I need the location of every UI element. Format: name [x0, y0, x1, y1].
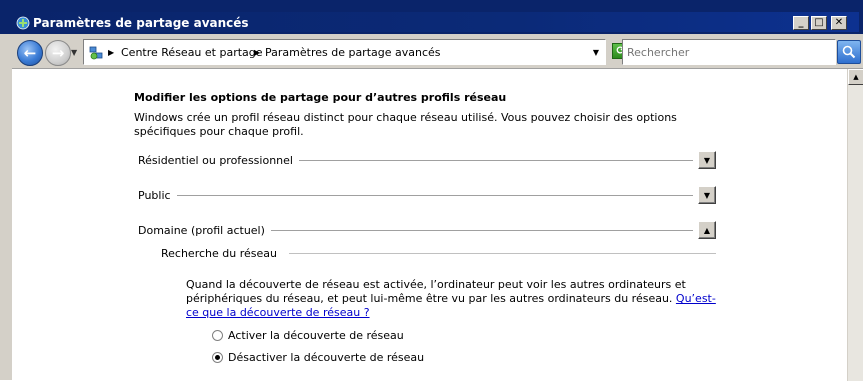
radio-label[interactable]: Activer la découverte de réseau — [228, 329, 404, 342]
discovery-text: Quand la découverte de réseau est activé… — [186, 278, 686, 305]
collapse-chevron-up-icon[interactable]: ▲ — [698, 221, 716, 239]
back-button[interactable]: ← — [17, 40, 43, 66]
expand-chevron-down-icon[interactable]: ▼ — [698, 186, 716, 204]
content-pane: Modifier les options de partage pour d’a… — [12, 68, 863, 381]
window-title: Paramètres de partage avancés — [33, 16, 249, 30]
profile-section-domain: Domaine (profil actuel) ▲ — [138, 220, 716, 240]
close-button[interactable]: ✕ — [831, 16, 847, 30]
page-heading: Modifier les options de partage pour d’a… — [134, 91, 507, 104]
subsection-network-discovery: Recherche du réseau — [161, 245, 716, 261]
radio-label[interactable]: Désactiver la découverte de réseau — [228, 351, 424, 364]
network-icon — [16, 16, 30, 30]
forward-button[interactable]: → — [45, 40, 71, 66]
back-arrow-icon: ← — [23, 44, 37, 62]
window: Paramètres de partage avancés _ □ ✕ ← → … — [0, 0, 863, 381]
profile-label: Résidentiel ou professionnel — [138, 153, 293, 167]
forward-arrow-icon: → — [51, 44, 65, 62]
divider — [176, 194, 693, 196]
page-description: Windows crée un profil réseau distinct p… — [134, 111, 677, 138]
radio-button[interactable] — [212, 330, 223, 341]
breadcrumb-item-advanced-sharing[interactable]: Paramètres de partage avancés — [265, 46, 441, 59]
breadcrumb-item-network-center[interactable]: Centre Réseau et partage — [121, 46, 263, 59]
network-center-icon — [89, 46, 103, 60]
expand-chevron-down-icon[interactable]: ▼ — [698, 151, 716, 169]
radio-button-selected[interactable] — [212, 352, 223, 363]
address-dropdown-icon[interactable]: ▼ — [593, 48, 599, 57]
search-button[interactable] — [837, 40, 861, 64]
radio-enable-discovery[interactable]: Activer la découverte de réseau — [212, 329, 404, 342]
radio-disable-discovery[interactable]: Désactiver la découverte de réseau — [212, 351, 424, 364]
breadcrumb-separator-icon[interactable]: ▶ — [254, 48, 260, 57]
vertical-scrollbar[interactable]: ▲ — [847, 69, 863, 381]
divider — [298, 159, 693, 161]
maximize-button[interactable]: □ — [811, 16, 827, 30]
divider — [270, 229, 693, 231]
search-icon — [842, 45, 856, 59]
profile-section-home-work: Résidentiel ou professionnel ▼ — [138, 150, 716, 170]
navigation-bar: ← → ▼ ▶ Centre Réseau et partage ▶ Param… — [12, 36, 863, 68]
search-input[interactable] — [627, 44, 827, 60]
network-discovery-description: Quand la découverte de réseau est activé… — [186, 278, 726, 320]
profile-label: Public — [138, 188, 171, 202]
subsection-title: Recherche du réseau — [161, 246, 277, 260]
history-dropdown-icon[interactable]: ▼ — [71, 48, 81, 58]
address-bar[interactable]: ▶ Centre Réseau et partage ▶ Paramètres … — [83, 39, 606, 65]
profile-section-public: Public ▼ — [138, 185, 716, 205]
profile-label: Domaine (profil actuel) — [138, 223, 265, 237]
window-controls: _ □ ✕ — [793, 16, 847, 30]
minimize-button[interactable]: _ — [793, 16, 809, 30]
breadcrumb-separator-icon: ▶ — [108, 48, 115, 57]
divider — [288, 252, 716, 254]
search-box[interactable] — [622, 39, 836, 65]
scroll-up-arrow-icon[interactable]: ▲ — [848, 69, 863, 85]
